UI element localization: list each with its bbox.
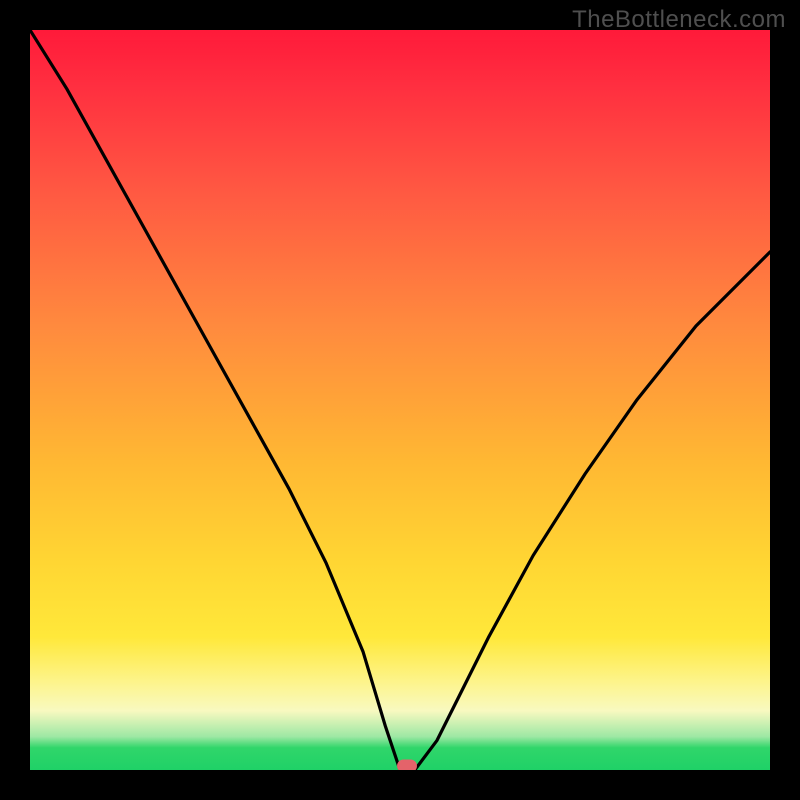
watermark-text: TheBottleneck.com — [572, 6, 786, 34]
chart-frame: TheBottleneck.com — [0, 0, 800, 800]
bottleneck-curve — [30, 30, 770, 770]
plot-area — [30, 30, 770, 770]
optimal-point-marker — [397, 760, 417, 771]
